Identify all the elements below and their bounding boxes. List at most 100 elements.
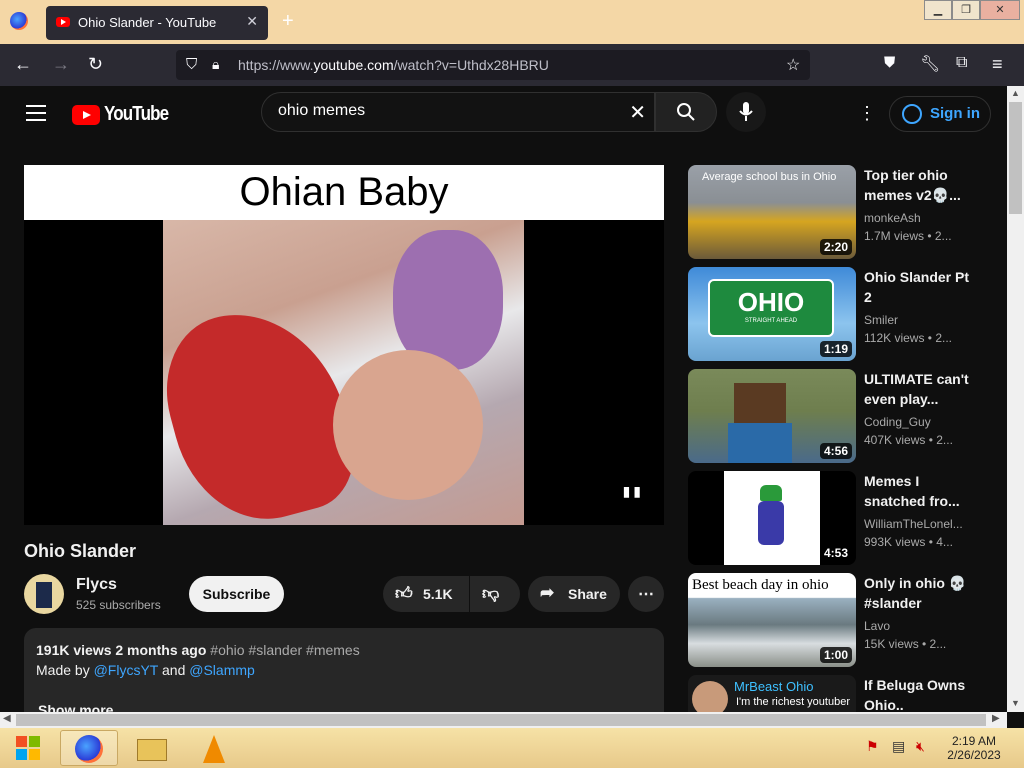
video-thumbnail[interactable]: 4:56 <box>688 369 856 463</box>
recommended-title[interactable]: If Beluga Owns Ohio.. <box>864 675 974 712</box>
bookmark-star-icon[interactable]: ☆ <box>786 55 800 75</box>
video-player[interactable]: Ohian Baby ▮▮ <box>24 165 664 525</box>
pause-icon[interactable]: ▮▮ <box>623 483 644 500</box>
description-credits: Made by @FlycsYT and @Slammp <box>36 662 255 678</box>
like-button[interactable]: 👍︎ 5.1K <box>383 576 469 612</box>
youtube-favicon-icon <box>56 17 70 27</box>
search-box[interactable]: ✕ <box>261 92 655 132</box>
recommended-channel[interactable]: WilliamTheLonel... <box>864 517 963 531</box>
recommended-channel[interactable]: Coding_Guy <box>864 415 931 429</box>
recommended-video[interactable]: Best beach day in ohio 1:00 Only in ohio… <box>688 573 988 667</box>
recommended-video[interactable]: 4:56 ULTIMATE can't even play... Coding_… <box>688 369 988 463</box>
tab-close-icon[interactable]: ✕ <box>246 13 258 30</box>
recommended-title[interactable]: Top tier ohio memes v2💀... <box>864 165 974 205</box>
recommended-views: 112K views • 2... <box>864 331 953 345</box>
windows-taskbar: ⚑ ▤ 🔇︎ 2:19 AM 2/26/2023 <box>0 728 1024 768</box>
close-window-button[interactable]: ✕ <box>980 0 1020 20</box>
search-button[interactable] <box>655 92 717 132</box>
taskbar-explorer-button[interactable] <box>122 730 180 766</box>
lock-icon[interactable]: 🔒︎ <box>212 56 219 73</box>
scroll-left-icon[interactable]: ◀ <box>3 713 11 724</box>
recommended-channel[interactable]: Smiler <box>864 313 898 327</box>
voice-search-button[interactable] <box>726 92 766 132</box>
more-actions-button[interactable]: ⋯ <box>628 576 664 612</box>
scroll-right-icon[interactable]: ▶ <box>992 713 1000 724</box>
video-thumbnail[interactable]: Best beach day in ohio 1:00 <box>688 573 856 667</box>
taskbar-firefox-button[interactable] <box>60 730 118 766</box>
firefox-icon[interactable] <box>10 12 28 30</box>
recommended-video[interactable]: MrBeast Ohio I'm the richest youtuber If… <box>688 675 988 712</box>
forward-arrow-icon[interactable]: → <box>52 54 70 75</box>
video-thumbnail[interactable]: 4:53 <box>688 471 856 565</box>
clear-search-icon[interactable]: ✕ <box>629 100 646 125</box>
recommended-channel[interactable]: monkeAsh <box>864 211 921 225</box>
folder-icon <box>137 739 167 761</box>
browser-tab[interactable]: Ohio Slander - YouTube ✕ <box>46 6 268 40</box>
video-frame <box>163 220 524 525</box>
action-center-flag-icon[interactable]: ⚑ <box>866 738 879 755</box>
recommended-video[interactable]: Average school bus in Ohio 2:20 Top tier… <box>688 165 988 259</box>
extensions-icon[interactable]: ⧉ <box>956 54 967 72</box>
scroll-down-icon[interactable]: ▼ <box>1011 698 1020 708</box>
duration-badge: 4:56 <box>819 443 852 459</box>
recommended-video[interactable]: 4:53 Memes I snatched fro... WilliamTheL… <box>688 471 988 565</box>
channel-name[interactable]: Flycs <box>76 576 117 594</box>
recommended-views: 1.7M views • 2... <box>864 229 952 243</box>
taskbar-vlc-button[interactable] <box>184 730 242 766</box>
channel-avatar[interactable] <box>24 574 64 614</box>
tab-title: Ohio Slander - YouTube <box>78 15 217 30</box>
new-tab-icon[interactable]: + <box>282 10 294 33</box>
shield-icon[interactable]: ⛉ <box>186 56 197 73</box>
share-button[interactable]: ➦ Share <box>528 576 620 612</box>
dislike-button[interactable]: 👎︎ <box>470 576 520 612</box>
recommended-title[interactable]: Only in ohio 💀 #slander <box>864 573 974 613</box>
maximize-button[interactable]: ❐ <box>952 0 980 20</box>
share-label: Share <box>568 586 607 602</box>
subscriber-count: 525 subscribers <box>76 598 161 612</box>
settings-kebab-icon[interactable]: ⋮ <box>858 103 876 124</box>
network-icon[interactable]: ▤ <box>892 738 905 755</box>
hamburger-menu-icon[interactable] <box>26 105 46 126</box>
recommended-title[interactable]: Memes I snatched fro... <box>864 471 974 511</box>
show-more-button[interactable]: Show more <box>38 702 113 712</box>
scroll-up-icon[interactable]: ▲ <box>1011 88 1020 98</box>
views-and-age: 191K views 2 months ago <box>36 642 207 658</box>
firefox-icon <box>75 735 103 763</box>
horizontal-scrollbar[interactable]: ◀ ▶ <box>0 712 1007 728</box>
vertical-scrollbar[interactable]: ▲ ▼ <box>1007 86 1024 712</box>
duration-badge: 1:00 <box>819 647 852 663</box>
handle-link-2[interactable]: @Slammp <box>189 662 255 678</box>
video-thumbnail[interactable]: MrBeast Ohio I'm the richest youtuber <box>688 675 856 712</box>
browser-tab-strip: Ohio Slander - YouTube ✕ + ▁ ❐ ✕ <box>0 0 1024 44</box>
url-text[interactable]: https://www.youtube.com/watch?v=Uthdx28H… <box>238 57 549 73</box>
more-horizontal-icon: ⋯ <box>638 586 654 603</box>
description-box[interactable]: 191K views 2 months ago #ohio #slander #… <box>24 628 664 712</box>
handle-link-1[interactable]: @FlycsYT <box>94 662 159 678</box>
volume-muted-icon[interactable]: 🔇︎ <box>916 738 925 755</box>
youtube-play-icon <box>72 105 100 125</box>
recommended-title[interactable]: Ohio Slander Pt 2 <box>864 267 974 307</box>
reload-icon[interactable]: ↻ <box>88 54 103 75</box>
hashtags[interactable]: #ohio #slander #memes <box>210 642 359 658</box>
duration-badge: 1:19 <box>819 341 852 357</box>
subscribe-button[interactable]: Subscribe <box>189 576 284 612</box>
recommended-title[interactable]: ULTIMATE can't even play... <box>864 369 974 409</box>
start-button[interactable] <box>8 732 48 764</box>
vertical-scroll-thumb[interactable] <box>1009 102 1022 214</box>
system-clock[interactable]: 2:19 AM 2/26/2023 <box>944 734 1004 762</box>
sign-in-button[interactable]: Sign in <box>889 96 991 132</box>
recommended-views: 993K views • 4... <box>864 535 953 549</box>
video-thumbnail[interactable]: OHIO STRAIGHT AHEAD 1:19 <box>688 267 856 361</box>
minimize-button[interactable]: ▁ <box>924 0 952 20</box>
menu-icon[interactable]: ≡ <box>992 54 1003 75</box>
url-bar[interactable]: ⛉ 🔒︎ https://www.youtube.com/watch?v=Uth… <box>176 50 810 80</box>
back-arrow-icon[interactable]: ← <box>14 54 32 75</box>
pocket-icon[interactable]: ⛊ <box>884 54 895 71</box>
horizontal-scroll-thumb[interactable] <box>16 714 986 726</box>
video-thumbnail[interactable]: Average school bus in Ohio 2:20 <box>688 165 856 259</box>
wrench-icon[interactable]: 🔧︎ <box>920 54 940 74</box>
recommended-video[interactable]: OHIO STRAIGHT AHEAD 1:19 Ohio Slander Pt… <box>688 267 988 361</box>
recommended-channel[interactable]: Lavo <box>864 619 890 633</box>
vlc-cone-icon <box>203 735 225 763</box>
search-input[interactable] <box>278 102 608 120</box>
